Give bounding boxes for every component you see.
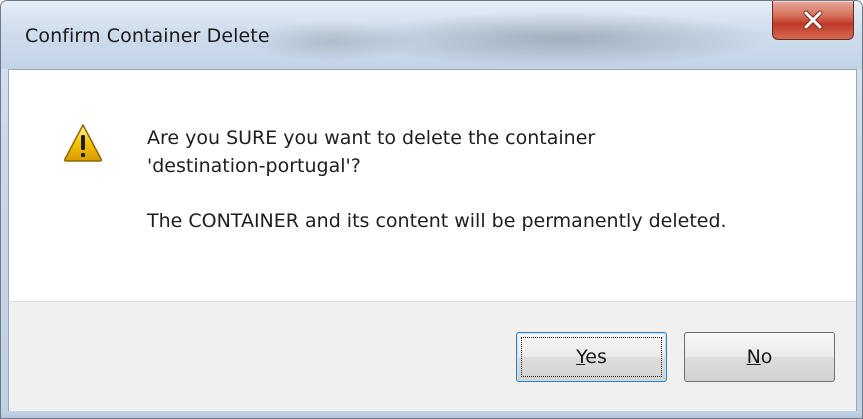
warning-icon: [63, 124, 103, 162]
dialog-client-area: Are you SURE you want to delete the cont…: [8, 69, 857, 413]
message-gap: [147, 180, 837, 207]
title-bar[interactable]: Confirm Container Delete: [1, 1, 862, 69]
no-label-rest: o: [760, 346, 773, 368]
yes-label-rest: es: [585, 346, 607, 368]
message-area: Are you SURE you want to delete the cont…: [9, 70, 856, 301]
confirmation-message: Are you SURE you want to delete the cont…: [147, 124, 837, 235]
no-mnemonic: N: [746, 346, 761, 368]
yes-mnemonic: Y: [576, 346, 586, 368]
message-line-3: The CONTAINER and its content will be pe…: [147, 210, 727, 232]
close-button[interactable]: [772, 1, 854, 40]
message-line-1: Are you SURE you want to delete the cont…: [147, 127, 596, 149]
button-bar: Yes No: [9, 301, 856, 413]
no-button[interactable]: No: [684, 332, 835, 382]
yes-button[interactable]: Yes: [516, 332, 667, 382]
yes-button-label: Yes: [576, 346, 607, 368]
close-icon: [803, 10, 823, 30]
no-button-label: No: [747, 346, 773, 368]
message-line-2: 'destination-portugal'?: [147, 155, 361, 177]
dialog-window: Confirm Container Delete Are you SURE yo…: [0, 0, 863, 419]
window-title: Confirm Container Delete: [25, 25, 270, 47]
window-bottom-frame: [1, 411, 862, 418]
